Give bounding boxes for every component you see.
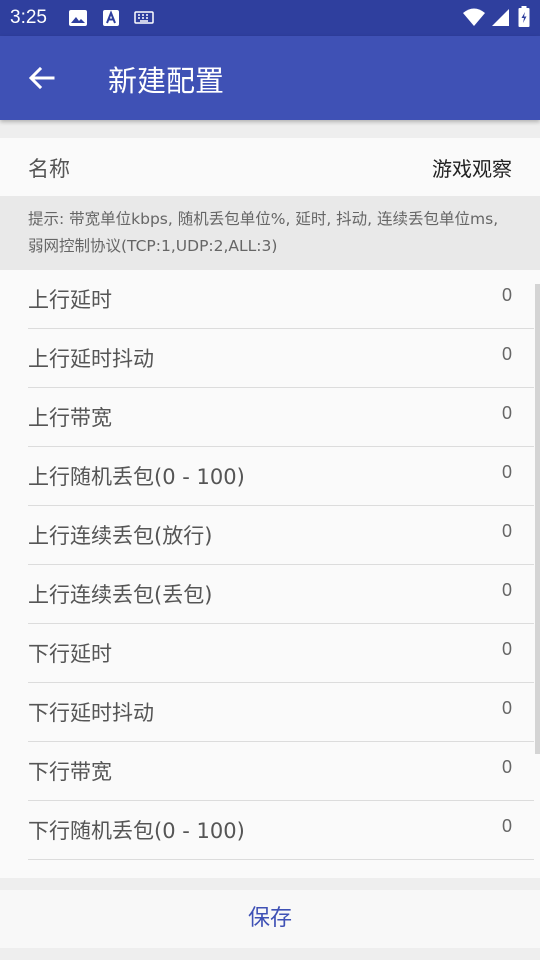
- status-time: 3:25: [10, 7, 47, 28]
- name-field-row[interactable]: 名称 游戏观察: [0, 138, 540, 196]
- setting-row[interactable]: 下行延时 0: [28, 624, 534, 683]
- status-bar: 3:25: [0, 0, 540, 36]
- font-icon: [103, 10, 119, 26]
- setting-value[interactable]: 0: [502, 698, 512, 719]
- scrollbar[interactable]: [535, 284, 540, 754]
- setting-row[interactable]: 上行延时 0: [28, 270, 534, 329]
- image-icon: [69, 10, 87, 26]
- name-field-value[interactable]: 游戏观察: [432, 153, 512, 182]
- signal-icon: [492, 9, 509, 26]
- setting-label: 下行随机丢包(0 - 100): [28, 819, 245, 843]
- setting-row[interactable]: 下行延时抖动 0: [28, 683, 534, 742]
- arrow-left-icon[interactable]: [26, 62, 58, 94]
- setting-value[interactable]: 0: [502, 403, 512, 424]
- setting-label: 上行延时: [28, 288, 112, 312]
- setting-label: 上行连续丢包(放行): [28, 524, 213, 548]
- setting-row[interactable]: 上行随机丢包(0 - 100) 0: [28, 447, 534, 506]
- setting-value[interactable]: 0: [502, 580, 512, 601]
- setting-row[interactable]: 上行带宽 0: [28, 388, 534, 447]
- hint-panel: 提示: 带宽单位kbps, 随机丢包单位%, 延时, 抖动, 连续丢包单位ms,…: [0, 196, 540, 270]
- setting-row[interactable]: 上行连续丢包(放行) 0: [28, 506, 534, 565]
- wifi-icon: [463, 8, 485, 26]
- setting-value[interactable]: 0: [502, 344, 512, 365]
- keyboard-icon: [134, 11, 154, 24]
- setting-value[interactable]: 0: [502, 521, 512, 542]
- battery-icon: [518, 6, 530, 27]
- setting-row[interactable]: 下行带宽 0: [28, 742, 534, 801]
- setting-label: 上行延时抖动: [28, 347, 154, 371]
- setting-value[interactable]: 0: [502, 462, 512, 483]
- setting-label: 上行连续丢包(丢包): [28, 583, 213, 607]
- hint-text: 提示: 带宽单位kbps, 随机丢包单位%, 延时, 抖动, 连续丢包单位ms,…: [28, 210, 499, 255]
- setting-row[interactable]: 下行随机丢包(0 - 100) 0: [28, 801, 534, 860]
- setting-label: 上行随机丢包(0 - 100): [28, 465, 245, 489]
- setting-value[interactable]: 0: [502, 639, 512, 660]
- name-field-label: 名称: [28, 157, 70, 181]
- setting-value[interactable]: 0: [502, 757, 512, 778]
- settings-list[interactable]: 上行延时 0 上行延时抖动 0 上行带宽 0 上行随机丢包(0 - 100) 0…: [0, 270, 540, 878]
- setting-label: 上行带宽: [28, 406, 112, 430]
- setting-label: 下行延时: [28, 642, 112, 666]
- save-bar: 保存: [0, 890, 540, 948]
- setting-label: 下行延时抖动: [28, 701, 154, 725]
- setting-value[interactable]: 0: [502, 816, 512, 837]
- setting-label: 下行带宽: [28, 760, 112, 784]
- app-bar: 新建配置: [0, 36, 540, 120]
- setting-value[interactable]: 0: [502, 285, 512, 306]
- setting-row[interactable]: 上行延时抖动 0: [28, 329, 534, 388]
- page-title: 新建配置: [108, 64, 225, 98]
- setting-row[interactable]: 上行连续丢包(丢包) 0: [28, 565, 534, 624]
- save-button[interactable]: 保存: [0, 890, 540, 948]
